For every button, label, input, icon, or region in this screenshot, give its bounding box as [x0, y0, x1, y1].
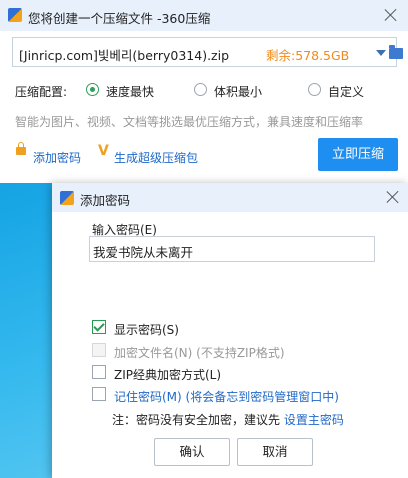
radio-custom-label[interactable]: 自定义 — [328, 83, 364, 100]
cancel-button[interactable]: 取消 — [237, 438, 313, 466]
security-note-text: 注：密码没有安全加密，建议先 — [112, 413, 284, 427]
remember-password-label[interactable]: 记住密码(M) (将会备忘到密码管理窗口中) — [114, 388, 339, 405]
free-space-label: 剩余:578.5GB — [266, 48, 350, 63]
dialog-titlebar: 添加密码 — [52, 183, 408, 212]
radio-smallest-label[interactable]: 体积最小 — [214, 83, 262, 100]
dialog-close-icon[interactable] — [386, 190, 400, 204]
radio-custom[interactable] — [308, 83, 321, 96]
compression-hint: 智能为图片、视频、文档等挑选最优压缩方式，兼具速度和压缩率 — [15, 115, 364, 129]
window-title: 您将创建一个压缩文件 -360压缩 — [28, 11, 211, 26]
zip-classic-label[interactable]: ZIP经典加密方式(L) — [114, 366, 221, 383]
encrypt-filename-label: 加密文件名(N) (不支持ZIP格式) — [114, 346, 285, 360]
radio-fastest-label[interactable]: 速度最快 — [106, 83, 154, 100]
dialog-title: 添加密码 — [80, 193, 131, 208]
show-password-checkbox[interactable] — [92, 320, 106, 334]
lock-icon — [16, 142, 26, 155]
radio-fastest[interactable] — [86, 83, 99, 96]
main-titlebar: 您将创建一个压缩文件 -360压缩 — [0, 0, 408, 31]
app-icon — [8, 8, 22, 22]
path-value[interactable]: [Jinricp.com]빛베리(berry0314).zip — [19, 45, 229, 64]
main-window: 您将创建一个压缩文件 -360压缩 [Jinricp.com]빛베리(berry… — [0, 0, 408, 183]
close-icon[interactable] — [384, 8, 398, 22]
dialog-app-icon — [60, 191, 74, 205]
chevron-down-icon[interactable] — [376, 50, 386, 56]
vip-icon: V — [98, 143, 109, 159]
radio-smallest[interactable] — [194, 83, 207, 96]
folder-icon[interactable] — [389, 45, 403, 59]
path-field[interactable]: [Jinricp.com]빛베리(berry0314).zip 剩余:578.5… — [12, 37, 403, 67]
password-value[interactable]: 我爱书院从未离开 — [93, 242, 193, 261]
super-package-link[interactable]: 生成超级压缩包 — [114, 149, 198, 166]
remember-password-checkbox[interactable] — [92, 387, 106, 401]
add-password-dialog: 添加密码 输入密码(E) 我爱书院从未离开 显示密码(S) 加密文件名(N) (… — [52, 183, 408, 478]
zip-classic-checkbox[interactable] — [92, 365, 106, 379]
password-input[interactable]: 我爱书院从未离开 — [89, 236, 375, 262]
add-password-link[interactable]: 添加密码 — [33, 149, 81, 166]
ok-button[interactable]: 确认 — [154, 438, 230, 466]
security-note: 注：密码没有安全加密，建议先 设置主密码 — [112, 411, 344, 428]
compression-config-label: 压缩配置: — [15, 85, 68, 99]
compress-now-button[interactable]: 立即压缩 — [318, 138, 398, 171]
show-password-label[interactable]: 显示密码(S) — [114, 321, 179, 338]
set-master-password-link[interactable]: 设置主密码 — [284, 413, 344, 427]
encrypt-filename-checkbox — [92, 343, 106, 357]
